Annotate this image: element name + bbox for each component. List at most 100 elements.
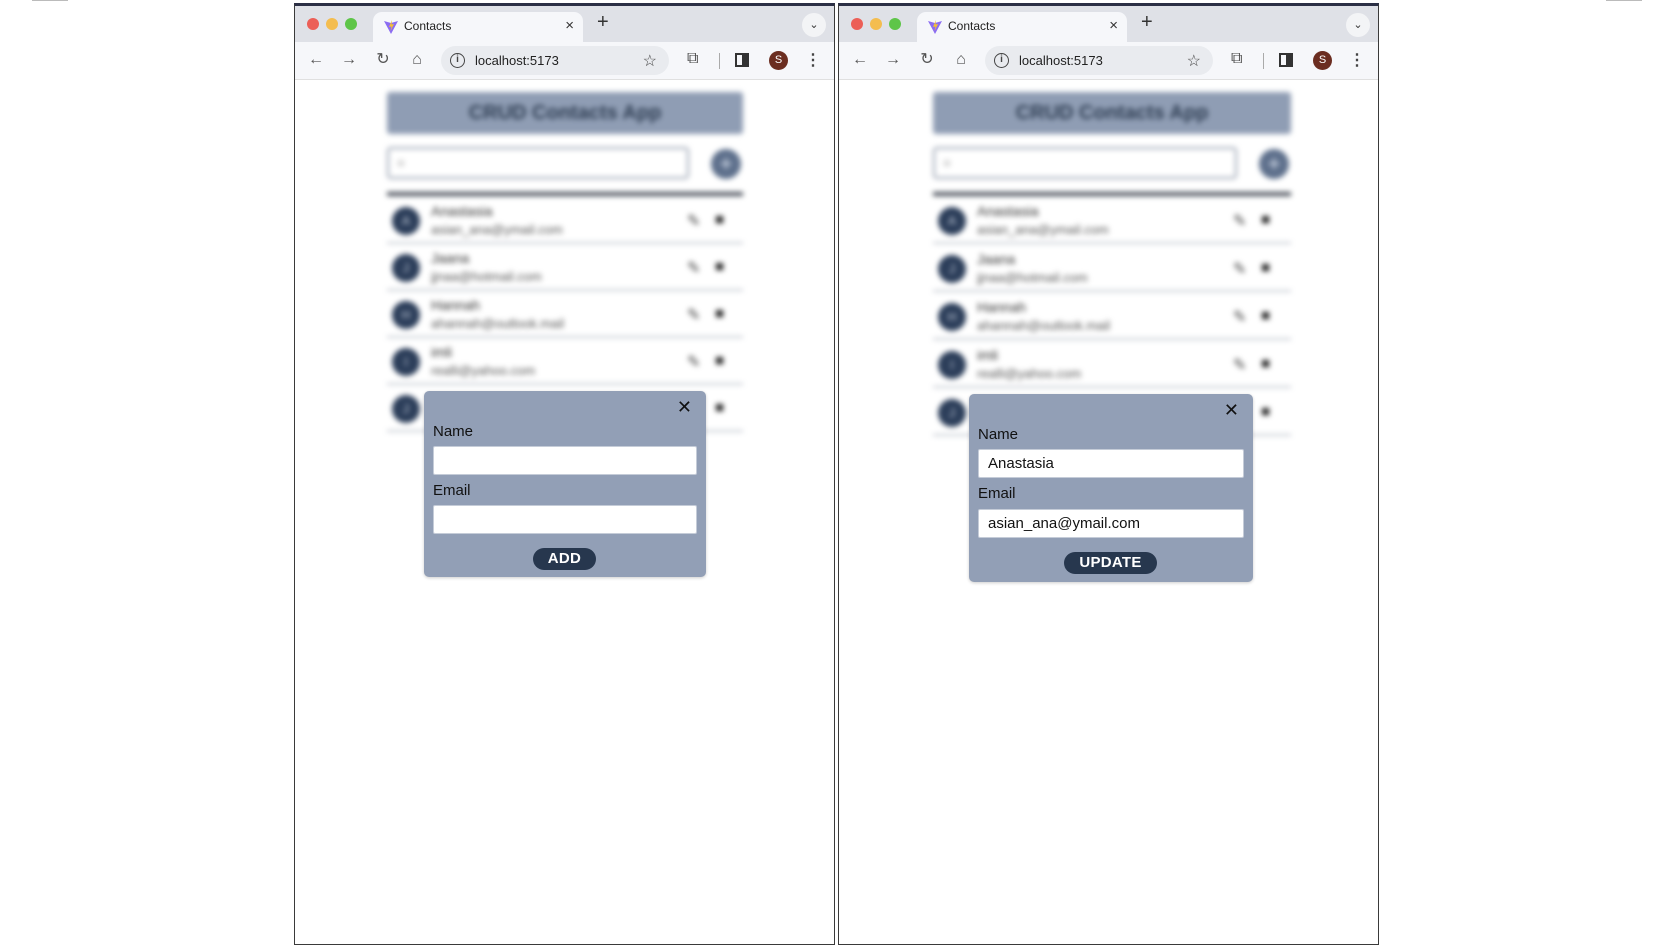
bookmark-star-icon[interactable]: ☆ <box>643 51 657 71</box>
pencil-icon[interactable]: ✎ <box>687 258 700 278</box>
contact-name: Jaana <box>431 250 470 266</box>
pencil-icon[interactable]: ✎ <box>1233 211 1246 231</box>
avatar: J <box>392 395 420 423</box>
address-bar[interactable]: i localhost:5173 ☆ <box>985 46 1213 75</box>
search-input[interactable]: ○ <box>933 147 1237 179</box>
extensions-puzzle-icon[interactable]: ⧉ <box>1231 50 1242 68</box>
pencil-icon[interactable]: ✎ <box>687 352 700 372</box>
close-tab-icon[interactable]: × <box>1109 17 1118 34</box>
more-menu-icon[interactable]: ⋮ <box>805 50 821 70</box>
tab-title: Contacts <box>404 19 452 33</box>
list-item[interactable]: H Hannah ahannah@outlook.mail ✎ ■ <box>387 291 743 338</box>
trash-icon[interactable]: ■ <box>715 305 724 322</box>
trash-icon[interactable]: ■ <box>715 352 724 369</box>
page-content: CRUD Contacts App ○ + A Anastasia asian_… <box>839 80 1378 944</box>
reload-icon[interactable]: ↻ <box>917 50 937 70</box>
close-icon[interactable]: ✕ <box>677 397 692 418</box>
pencil-icon[interactable]: ✎ <box>687 305 700 325</box>
browser-window-left: Contacts × + ⌄ ← → ↻ ⌂ i localhost:5173 … <box>294 3 835 945</box>
back-arrow-icon[interactable]: ← <box>850 50 870 70</box>
email-field[interactable] <box>433 505 697 534</box>
avatar: I <box>392 348 420 376</box>
list-item[interactable]: A Anastasia asian_ana@ymail.com ✎ ■ <box>933 197 1291 244</box>
update-button[interactable]: UPDATE <box>1064 552 1157 574</box>
contact-email: jjnaa@hotmail.com <box>431 269 542 284</box>
tab-contacts[interactable]: Contacts × <box>917 12 1127 42</box>
new-tab-icon[interactable]: + <box>597 11 609 34</box>
pencil-icon[interactable]: ✎ <box>1233 355 1246 375</box>
trash-icon[interactable]: ■ <box>1261 259 1270 276</box>
add-button[interactable]: ADD <box>533 548 596 570</box>
list-item[interactable]: J Jaana jjnaa@hotmail.com ✎ ■ <box>933 245 1291 292</box>
close-tab-icon[interactable]: × <box>565 17 574 34</box>
home-icon[interactable]: ⌂ <box>951 50 971 70</box>
name-label: Name <box>978 426 1019 443</box>
address-bar[interactable]: i localhost:5173 ☆ <box>441 46 669 75</box>
email-field[interactable] <box>978 509 1244 538</box>
list-item[interactable]: A Anastasia asian_ana@ymail.com ✎ ■ <box>387 197 743 244</box>
pencil-icon[interactable]: ✎ <box>687 211 700 231</box>
avatar: J <box>938 255 966 283</box>
url-text: localhost:5173 <box>475 53 559 68</box>
name-field[interactable] <box>978 449 1244 478</box>
contact-email: ahannah@outlook.mail <box>431 316 565 331</box>
trash-icon[interactable]: ■ <box>715 399 724 416</box>
list-item[interactable]: H Hannah ahannah@outlook.mail ✎ ■ <box>933 293 1291 340</box>
bookmark-star-icon[interactable]: ☆ <box>1187 51 1201 71</box>
add-contact-button[interactable]: + <box>1259 149 1289 179</box>
forward-arrow-icon[interactable]: → <box>883 50 903 70</box>
add-contact-modal: ✕ Name Email ADD <box>424 391 706 577</box>
trash-icon[interactable]: ■ <box>715 211 724 228</box>
back-arrow-icon[interactable]: ← <box>306 50 326 70</box>
new-tab-icon[interactable]: + <box>1141 11 1153 34</box>
profile-avatar[interactable]: S <box>769 51 788 70</box>
site-info-icon[interactable]: i <box>450 53 465 68</box>
add-contact-button[interactable]: + <box>711 149 741 179</box>
pencil-icon[interactable]: ✎ <box>1233 307 1246 327</box>
list-item[interactable]: I imli realli@yahoo.com ✎ ■ <box>387 338 743 385</box>
vite-logo-icon <box>928 20 942 34</box>
side-panel-icon[interactable] <box>1279 53 1293 67</box>
trash-icon[interactable]: ■ <box>715 258 724 275</box>
trash-icon[interactable]: ■ <box>1261 355 1270 372</box>
maximize-window-button[interactable] <box>345 18 357 30</box>
more-menu-icon[interactable]: ⋮ <box>1349 50 1365 70</box>
close-window-button[interactable] <box>307 18 319 30</box>
avatar: H <box>938 303 966 331</box>
list-divider <box>387 192 743 196</box>
pencil-icon[interactable]: ✎ <box>1233 259 1246 279</box>
name-field[interactable] <box>433 446 697 475</box>
chevron-down-icon[interactable]: ⌄ <box>802 13 826 37</box>
trash-icon[interactable]: ■ <box>1261 211 1270 228</box>
tab-title: Contacts <box>948 19 996 33</box>
trash-icon[interactable]: ■ <box>1261 403 1270 420</box>
reload-icon[interactable]: ↻ <box>373 50 393 70</box>
contact-email: realli@yahoo.com <box>431 363 536 378</box>
forward-arrow-icon[interactable]: → <box>339 50 359 70</box>
search-input[interactable]: ○ <box>387 147 689 179</box>
chevron-down-icon[interactable]: ⌄ <box>1346 13 1370 37</box>
trash-icon[interactable]: ■ <box>1261 307 1270 324</box>
profile-avatar[interactable]: S <box>1313 51 1332 70</box>
side-panel-icon[interactable] <box>735 53 749 67</box>
home-icon[interactable]: ⌂ <box>407 50 427 70</box>
maximize-window-button[interactable] <box>889 18 901 30</box>
tab-contacts[interactable]: Contacts × <box>373 12 583 42</box>
minimize-window-button[interactable] <box>870 18 882 30</box>
list-item[interactable]: I imli realli@yahoo.com ✎ ■ <box>933 341 1291 388</box>
contact-name: Anastasia <box>431 203 493 219</box>
site-info-icon[interactable]: i <box>994 53 1009 68</box>
edge-mark <box>32 0 68 1</box>
update-contact-modal: ✕ Name Email UPDATE <box>969 394 1253 582</box>
app-title: CRUD Contacts App <box>933 92 1291 134</box>
close-window-button[interactable] <box>851 18 863 30</box>
contact-name: imli <box>977 347 998 363</box>
close-icon[interactable]: ✕ <box>1224 400 1239 421</box>
extensions-puzzle-icon[interactable]: ⧉ <box>687 50 698 68</box>
email-label: Email <box>433 482 471 499</box>
avatar: J <box>938 399 966 427</box>
minimize-window-button[interactable] <box>326 18 338 30</box>
vite-logo-icon <box>384 20 398 34</box>
list-item[interactable]: J Jaana jjnaa@hotmail.com ✎ ■ <box>387 244 743 291</box>
avatar: A <box>392 207 420 235</box>
